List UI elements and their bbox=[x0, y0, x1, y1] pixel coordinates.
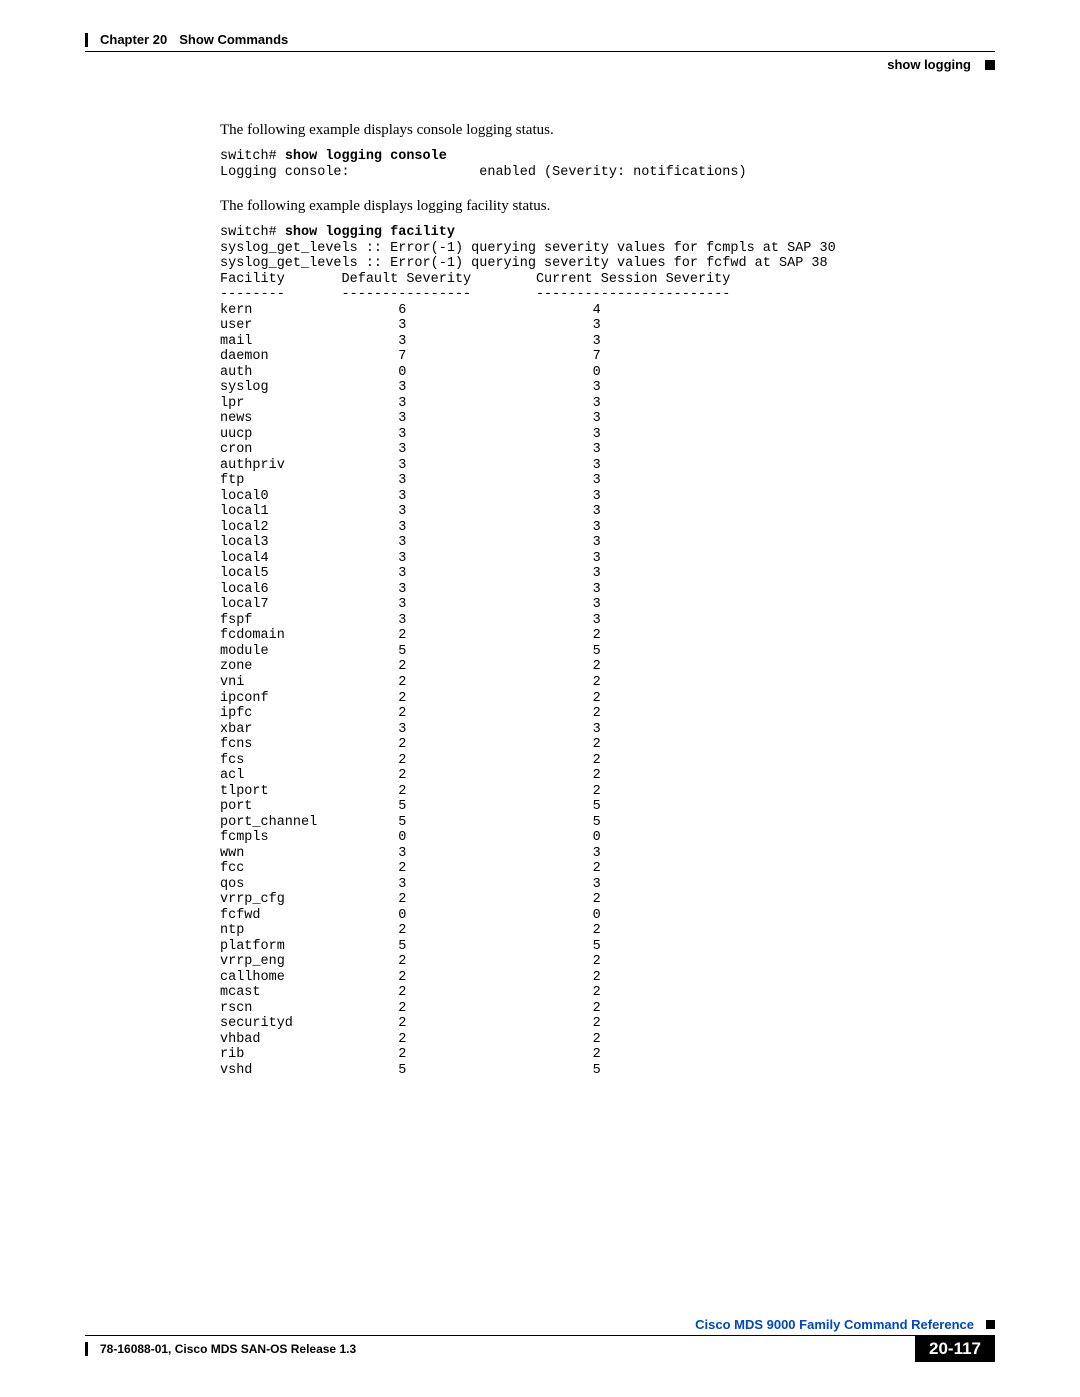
command: show logging console bbox=[285, 149, 447, 164]
footer-release-block: 78-16088-01, Cisco MDS SAN-OS Release 1.… bbox=[85, 1342, 356, 1356]
footer-square-icon bbox=[986, 1320, 995, 1329]
section-name: show logging bbox=[887, 57, 971, 72]
footer-top: Cisco MDS 9000 Family Command Reference bbox=[85, 1317, 995, 1332]
facility-table-divider: -------- ---------------- --------------… bbox=[220, 287, 730, 302]
prompt: switch# bbox=[220, 225, 285, 240]
intro-paragraph-1: The following example displays console l… bbox=[220, 122, 995, 139]
code-block-1: switch# show logging console Logging con… bbox=[220, 149, 995, 180]
command: show logging facility bbox=[285, 225, 455, 240]
header-bar-icon bbox=[85, 33, 88, 47]
footer-bar-icon bbox=[85, 1342, 88, 1356]
chapter-number: Chapter 20 bbox=[100, 32, 167, 47]
page-footer: Cisco MDS 9000 Family Command Reference … bbox=[85, 1317, 995, 1362]
syslog-error-line: syslog_get_levels :: Error(-1) querying … bbox=[220, 256, 828, 271]
chapter-title: Show Commands bbox=[179, 32, 288, 47]
output-line: Logging console: enabled (Severity: noti… bbox=[220, 165, 747, 180]
section-header: show logging bbox=[85, 51, 995, 72]
syslog-error-line: syslog_get_levels :: Error(-1) querying … bbox=[220, 241, 836, 256]
page-number: 20-117 bbox=[915, 1336, 995, 1362]
facility-table-header: Facility Default Severity Current Sessio… bbox=[220, 272, 730, 287]
footer-release-text: 78-16088-01, Cisco MDS SAN-OS Release 1.… bbox=[100, 1342, 356, 1356]
facility-rows: kern 6 4 user 3 3 mail 3 3 daemon 7 7 au… bbox=[220, 303, 601, 1078]
footer-reference: Cisco MDS 9000 Family Command Reference bbox=[695, 1317, 974, 1332]
header-square-icon bbox=[985, 60, 995, 70]
intro-paragraph-2: The following example displays logging f… bbox=[220, 198, 995, 215]
code-block-2: switch# show logging facility syslog_get… bbox=[220, 225, 995, 1078]
page-content: The following example displays console l… bbox=[220, 122, 995, 1078]
footer-bottom: 78-16088-01, Cisco MDS SAN-OS Release 1.… bbox=[85, 1335, 995, 1362]
prompt: switch# bbox=[220, 149, 285, 164]
page-header: Chapter 20 Show Commands bbox=[85, 32, 995, 47]
